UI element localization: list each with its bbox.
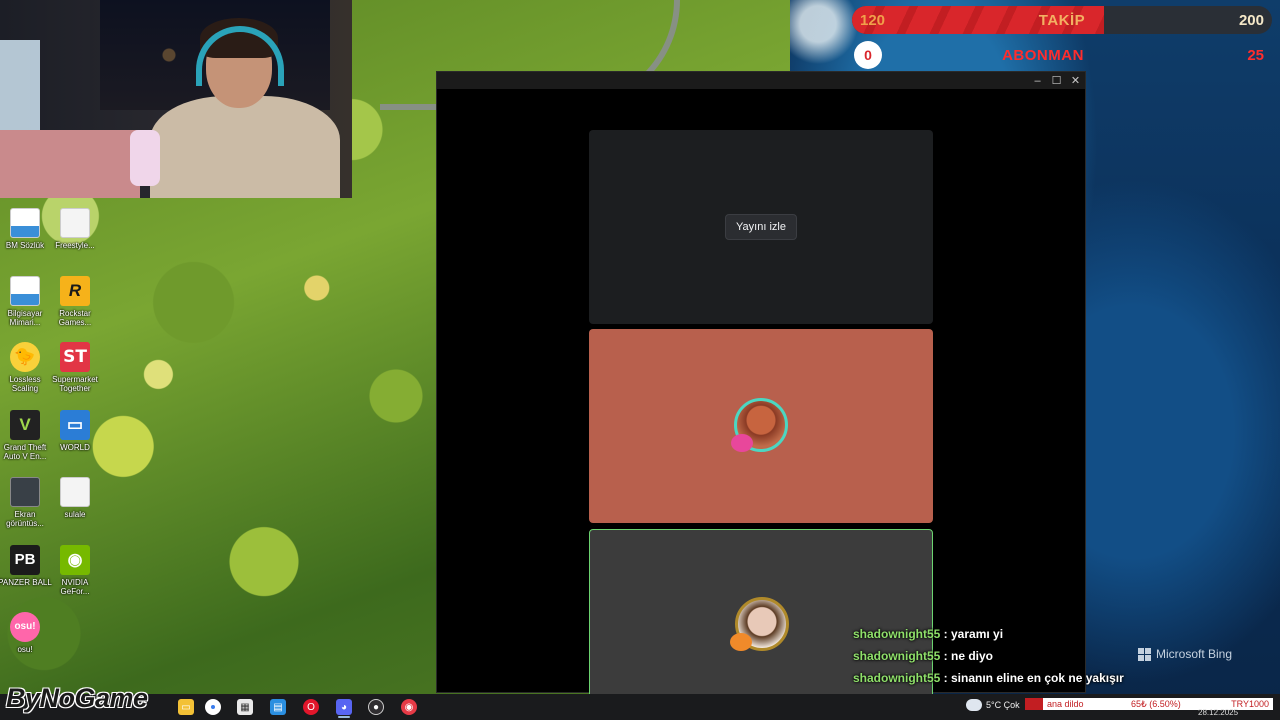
desktop-icon-freestyle[interactable]: Freestyle...	[47, 208, 103, 250]
gta-icon: V	[10, 410, 40, 440]
microphone-icon	[130, 130, 160, 186]
minimize-button[interactable]: –	[1028, 72, 1047, 89]
lossless-scaling-icon: 🐤	[10, 342, 40, 372]
desktop-icon-supermarket[interactable]: ST Supermarket Together	[47, 342, 103, 393]
chat-message: shadownight55 : yaramı yi	[853, 626, 1124, 648]
close-button[interactable]: ✕	[1066, 72, 1085, 89]
weather-text: 5°C Çok	[986, 700, 1020, 710]
chat-username: shadownight55	[853, 649, 941, 663]
stream-tile[interactable]: Yayını izle	[589, 130, 933, 324]
ticker-amount: 65₺ (6.50%)	[1131, 698, 1181, 709]
obs-icon[interactable]: ●	[368, 699, 384, 715]
chrome-icon[interactable]	[205, 699, 221, 715]
desktop-icon-world[interactable]: ▭ WORLD	[47, 410, 103, 452]
document-icon	[10, 208, 40, 238]
discord-icon[interactable]: ◕	[336, 699, 352, 715]
wallpaper-foam	[790, 0, 860, 80]
chat-username: shadownight55	[853, 671, 941, 685]
follow-current: 120	[860, 11, 886, 29]
desktop-icon-label: osu!	[17, 645, 33, 654]
desktop-icon-label: Ekran görüntüs...	[6, 510, 44, 528]
rockstar-icon: R	[60, 276, 90, 306]
follow-label: TAKİP	[1038, 11, 1086, 29]
follow-goal-bar: 120 TAKİP 200	[852, 6, 1272, 34]
desktop-icon-label: PANZER BALL	[0, 578, 52, 587]
subscriber-current: 0	[854, 41, 882, 69]
desktop-icon-label: Rockstar Games...	[58, 309, 92, 327]
osu-icon: osu!	[10, 612, 40, 642]
weather-widget[interactable]: 5°C Çok	[966, 699, 1020, 711]
chrome-profile-icon[interactable]: ◉	[401, 699, 417, 715]
webcam-overlay	[0, 0, 352, 198]
desktop-icon-sulale[interactable]: sulale	[47, 477, 103, 519]
desktop-icon-label: WORLD	[60, 443, 90, 452]
desktop-icon-label: BM Sözlük	[5, 241, 45, 250]
windows-logo-icon	[1138, 647, 1151, 661]
subscriber-goal: 25	[1247, 46, 1264, 64]
chat-username: shadownight55	[853, 627, 941, 641]
desktop-icon-lossless[interactable]: 🐤 Lossless Scaling	[0, 342, 53, 393]
voice-call-window: – ☐ ✕ Yayını izle	[436, 71, 1086, 699]
chat-text: : ne diyo	[940, 649, 994, 663]
file-explorer-icon[interactable]: ▭	[178, 699, 194, 715]
desktop-icon-label: Supermarket Together	[52, 375, 98, 393]
participant-tile[interactable]	[589, 329, 933, 523]
desktop-icon-bm-sozluk[interactable]: BM Sözlük	[0, 208, 53, 250]
window-titlebar: – ☐ ✕	[437, 72, 1085, 89]
webcam-streamer-body	[150, 96, 340, 198]
desktop-icon-osu[interactable]: osu! osu!	[0, 612, 53, 654]
store-icon[interactable]: ▦	[237, 699, 253, 715]
avatar-decoration-icon	[730, 633, 752, 651]
world-icon: ▭	[60, 410, 90, 440]
desktop-icon-label: Bilgisayar Mimari...	[7, 309, 43, 327]
subscriber-label: ABONMAN	[1002, 46, 1084, 64]
desktop-icon-label: Freestyle...	[55, 241, 95, 250]
brand-logo: ByNoGame	[6, 683, 148, 713]
avatar-decoration-icon	[731, 434, 753, 452]
panzer-ball-icon: PB	[10, 545, 40, 575]
desktop-icon-rockstar[interactable]: R Rockstar Games...	[47, 276, 103, 327]
desktop-icon-panzer[interactable]: PB PANZER BALL	[0, 545, 53, 587]
document-icon	[10, 276, 40, 306]
maximize-button[interactable]: ☐	[1047, 72, 1066, 89]
opera-gx-icon[interactable]: O	[303, 699, 319, 715]
document-icon	[60, 477, 90, 507]
desktop-icon-label: Grand Theft Auto V En...	[3, 443, 47, 461]
calculator-icon[interactable]: ▤	[270, 699, 286, 715]
ticker-badge	[1025, 698, 1043, 710]
discord-active-indicator	[338, 716, 350, 718]
nvidia-icon: ◉	[60, 545, 90, 575]
desktop-icon-gta[interactable]: V Grand Theft Auto V En...	[0, 410, 53, 461]
chat-text: : sinanın eline en çok ne yakışır	[940, 671, 1124, 685]
follow-goal: 200	[1238, 11, 1264, 29]
desktop-icon-label: NVIDIA GeFor...	[60, 578, 90, 596]
chat-text: : yaramı yi	[940, 627, 1004, 641]
subscriber-goal-bar: 0 ABONMAN 25	[852, 41, 1272, 69]
watch-stream-button[interactable]: Yayını izle	[725, 214, 797, 240]
taskbar-date[interactable]: 28.12.2025	[1198, 708, 1238, 717]
screenshot-icon	[10, 477, 40, 507]
webcam-desk	[0, 130, 140, 198]
document-icon	[60, 208, 90, 238]
chat-message: shadownight55 : ne diyo	[853, 648, 1124, 670]
cloud-icon	[966, 699, 982, 711]
stream-chat-overlay: shadownight55 : yaramı yi shadownight55 …	[853, 626, 1124, 692]
desktop-icon-label: sulale	[64, 510, 86, 519]
desktop-icon-nvidia[interactable]: ◉ NVIDIA GeFor...	[47, 545, 103, 596]
desktop-icon-label: Lossless Scaling	[9, 375, 41, 393]
desktop-icon-bilgisayar[interactable]: Bilgisayar Mimari...	[0, 276, 53, 327]
chat-message: shadownight55 : sinanın eline en çok ne …	[853, 670, 1124, 692]
desktop-icon-ekran[interactable]: Ekran görüntüs...	[0, 477, 53, 528]
ticker-text: ana dildo	[1047, 699, 1084, 709]
bing-watermark[interactable]: Microsoft Bing	[1138, 647, 1232, 661]
bing-label: Microsoft Bing	[1156, 647, 1233, 661]
supermarket-together-icon: ST	[60, 342, 90, 372]
